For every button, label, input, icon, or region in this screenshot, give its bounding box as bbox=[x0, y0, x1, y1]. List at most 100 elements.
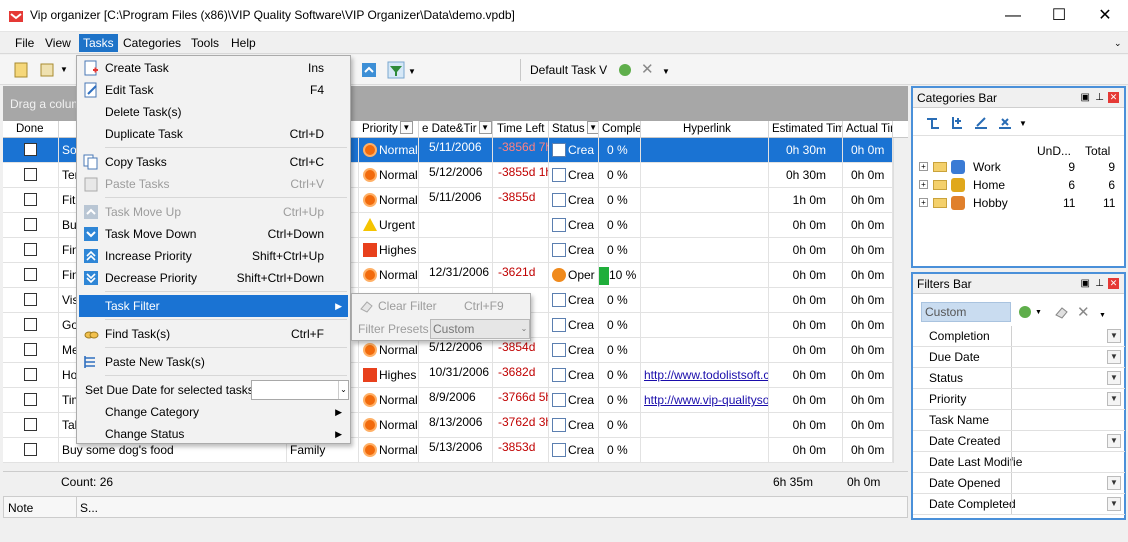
panel-dock-icon[interactable]: ▣ bbox=[1081, 88, 1090, 108]
save-view-icon[interactable] bbox=[616, 61, 634, 79]
filter-row[interactable]: Date Created ▼ bbox=[913, 431, 1125, 452]
filter-value-field[interactable]: ▼ bbox=[1011, 473, 1123, 493]
filter-dropdown-icon[interactable]: ▼ bbox=[1107, 476, 1121, 490]
menu-create-task[interactable]: Create Task Ins bbox=[79, 57, 348, 79]
filter-dropdown-icon[interactable]: ▼ bbox=[1107, 329, 1121, 343]
filter-value-field[interactable]: ▼ bbox=[1011, 368, 1123, 388]
done-checkbox[interactable] bbox=[24, 368, 37, 381]
menu-copy-tasks[interactable]: Copy Tasks Ctrl+C bbox=[79, 151, 348, 173]
filter-dropdown-icon[interactable]: ▼ bbox=[408, 67, 416, 76]
expand-icon[interactable]: + bbox=[919, 198, 928, 207]
filter-value-field[interactable]: ▼ bbox=[1011, 410, 1123, 430]
menu-increase-priority[interactable]: Increase Priority Shift+Ctrl+Up bbox=[79, 245, 348, 267]
done-checkbox[interactable] bbox=[24, 418, 37, 431]
header-hyperlink[interactable]: Hyperlink bbox=[641, 121, 769, 138]
done-cell[interactable] bbox=[3, 338, 59, 362]
hyperlink-cell[interactable] bbox=[641, 338, 769, 362]
filter-row[interactable]: Task Name ▼ bbox=[913, 410, 1125, 431]
hyperlink-cell[interactable] bbox=[641, 213, 769, 237]
done-checkbox[interactable] bbox=[24, 293, 37, 306]
hyperlink-cell[interactable] bbox=[641, 413, 769, 437]
hyperlink-cell[interactable] bbox=[641, 188, 769, 212]
edit-category-icon[interactable] bbox=[973, 115, 989, 131]
due-filter-icon[interactable]: ▼ bbox=[478, 121, 492, 135]
done-cell[interactable] bbox=[3, 313, 59, 337]
menu-file[interactable]: File bbox=[11, 34, 38, 52]
menu-help[interactable]: Help bbox=[227, 34, 260, 52]
hyperlink-cell[interactable] bbox=[641, 438, 769, 462]
filters-pin-icon[interactable]: ⊥ bbox=[1095, 274, 1104, 294]
maximize-button[interactable]: ☐ bbox=[1036, 0, 1082, 31]
open-icon[interactable] bbox=[38, 61, 56, 79]
menu-duplicate-task[interactable]: Duplicate Task Ctrl+D bbox=[79, 123, 348, 145]
header-due-date[interactable]: e Date&Tir ▼ bbox=[419, 121, 493, 138]
filter-value-field[interactable]: ▼ bbox=[1011, 389, 1123, 409]
done-checkbox[interactable] bbox=[24, 318, 37, 331]
filter-value-field[interactable]: ▼ bbox=[1011, 326, 1123, 346]
filter-dropdown-icon[interactable]: ▼ bbox=[1107, 392, 1121, 406]
filter-dropdown-icon[interactable]: ▼ bbox=[1107, 497, 1121, 511]
menu-task-move-down[interactable]: Task Move Down Ctrl+Down bbox=[79, 223, 348, 245]
menu-categories[interactable]: Categories bbox=[119, 34, 185, 52]
apply-filter-icon[interactable] bbox=[1017, 304, 1033, 320]
header-estimated-time[interactable]: Estimated Time bbox=[769, 121, 843, 138]
done-checkbox[interactable] bbox=[24, 168, 37, 181]
panel-close-icon[interactable]: ✕ bbox=[1108, 92, 1119, 103]
menu-edit-task[interactable]: Edit Task F4 bbox=[79, 79, 348, 101]
eraser-icon[interactable] bbox=[1053, 304, 1069, 320]
priority-filter-icon[interactable]: ▼ bbox=[399, 121, 413, 135]
menu-delete-task[interactable]: Delete Task(s) bbox=[79, 101, 348, 123]
done-cell[interactable] bbox=[3, 213, 59, 237]
done-cell[interactable] bbox=[3, 263, 59, 287]
done-cell[interactable] bbox=[3, 138, 59, 162]
filter-row[interactable]: Date Opened ▼ bbox=[913, 473, 1125, 494]
done-cell[interactable] bbox=[3, 438, 59, 462]
toolbar-overflow-icon[interactable]: ▼ bbox=[662, 67, 670, 76]
header-time-left[interactable]: Time Left bbox=[493, 121, 549, 138]
header-done[interactable]: Done bbox=[3, 121, 59, 138]
filter-preset-select[interactable]: Custom bbox=[921, 302, 1011, 322]
filter-value-field[interactable]: ▼ bbox=[1011, 347, 1123, 367]
categories-col-undone[interactable]: UnD... bbox=[1037, 144, 1071, 158]
filter-dropdown-icon[interactable]: ▼ bbox=[1107, 371, 1121, 385]
panel-pin-icon[interactable]: ⊥ bbox=[1095, 88, 1104, 108]
header-actual-time[interactable]: Actual Tin bbox=[843, 121, 893, 138]
header-complete[interactable]: Complete bbox=[599, 121, 641, 138]
close-button[interactable]: ✕ bbox=[1082, 0, 1128, 31]
filter-row[interactable]: Due Date ▼ bbox=[913, 347, 1125, 368]
hyperlink-cell[interactable] bbox=[641, 238, 769, 262]
task-view-select[interactable]: Default Task V bbox=[530, 63, 607, 77]
due-date-input[interactable]: ⌄ bbox=[251, 380, 349, 400]
done-checkbox[interactable] bbox=[24, 143, 37, 156]
menu-paste-tasks[interactable]: Paste Tasks Ctrl+V bbox=[79, 173, 348, 195]
delete-view-icon[interactable]: ✕ bbox=[641, 60, 654, 78]
filter-row[interactable]: Status ▼ bbox=[913, 368, 1125, 389]
grid-vertical-scrollbar[interactable] bbox=[893, 138, 908, 463]
filter-value-field[interactable]: ▼ bbox=[1011, 452, 1123, 472]
filter-icon[interactable] bbox=[387, 61, 405, 79]
delete-category-icon[interactable] bbox=[997, 115, 1013, 131]
tab-s[interactable]: S... bbox=[80, 501, 98, 515]
apply-filter-dropdown-icon[interactable]: ▼ bbox=[1035, 309, 1042, 316]
filters-dock-icon[interactable]: ▣ bbox=[1081, 274, 1090, 294]
submenu-filter-presets[interactable]: Filter Presets Custom ⌄ bbox=[354, 318, 530, 340]
new-icon[interactable] bbox=[12, 61, 30, 79]
menu-overflow-icon[interactable]: ⌄ bbox=[1114, 38, 1122, 49]
menu-set-due-date[interactable]: Set Due Date for selected tasks ⌄ bbox=[79, 379, 349, 401]
done-cell[interactable] bbox=[3, 388, 59, 412]
done-checkbox[interactable] bbox=[24, 443, 37, 456]
filters-toolbar-dropdown-icon[interactable]: ▼ bbox=[1099, 312, 1106, 319]
done-cell[interactable] bbox=[3, 163, 59, 187]
filter-row[interactable]: Completion ▼ bbox=[913, 326, 1125, 347]
tab-note[interactable]: Note bbox=[8, 501, 33, 515]
categories-col-total[interactable]: Total bbox=[1085, 144, 1110, 158]
menu-change-status[interactable]: Change Status ▶ bbox=[79, 423, 348, 445]
filter-presets-select[interactable]: Custom ⌄ bbox=[430, 319, 530, 339]
done-checkbox[interactable] bbox=[24, 243, 37, 256]
expand-icon[interactable]: + bbox=[919, 162, 928, 171]
menu-tasks[interactable]: Tasks bbox=[79, 34, 118, 52]
menu-find-tasks[interactable]: Find Task(s) Ctrl+F bbox=[79, 323, 348, 345]
menu-task-move-up[interactable]: Task Move Up Ctrl+Up bbox=[79, 201, 348, 223]
filter-row[interactable]: Date Last Modifie ▼ bbox=[913, 452, 1125, 473]
hyperlink-cell[interactable] bbox=[641, 138, 769, 162]
